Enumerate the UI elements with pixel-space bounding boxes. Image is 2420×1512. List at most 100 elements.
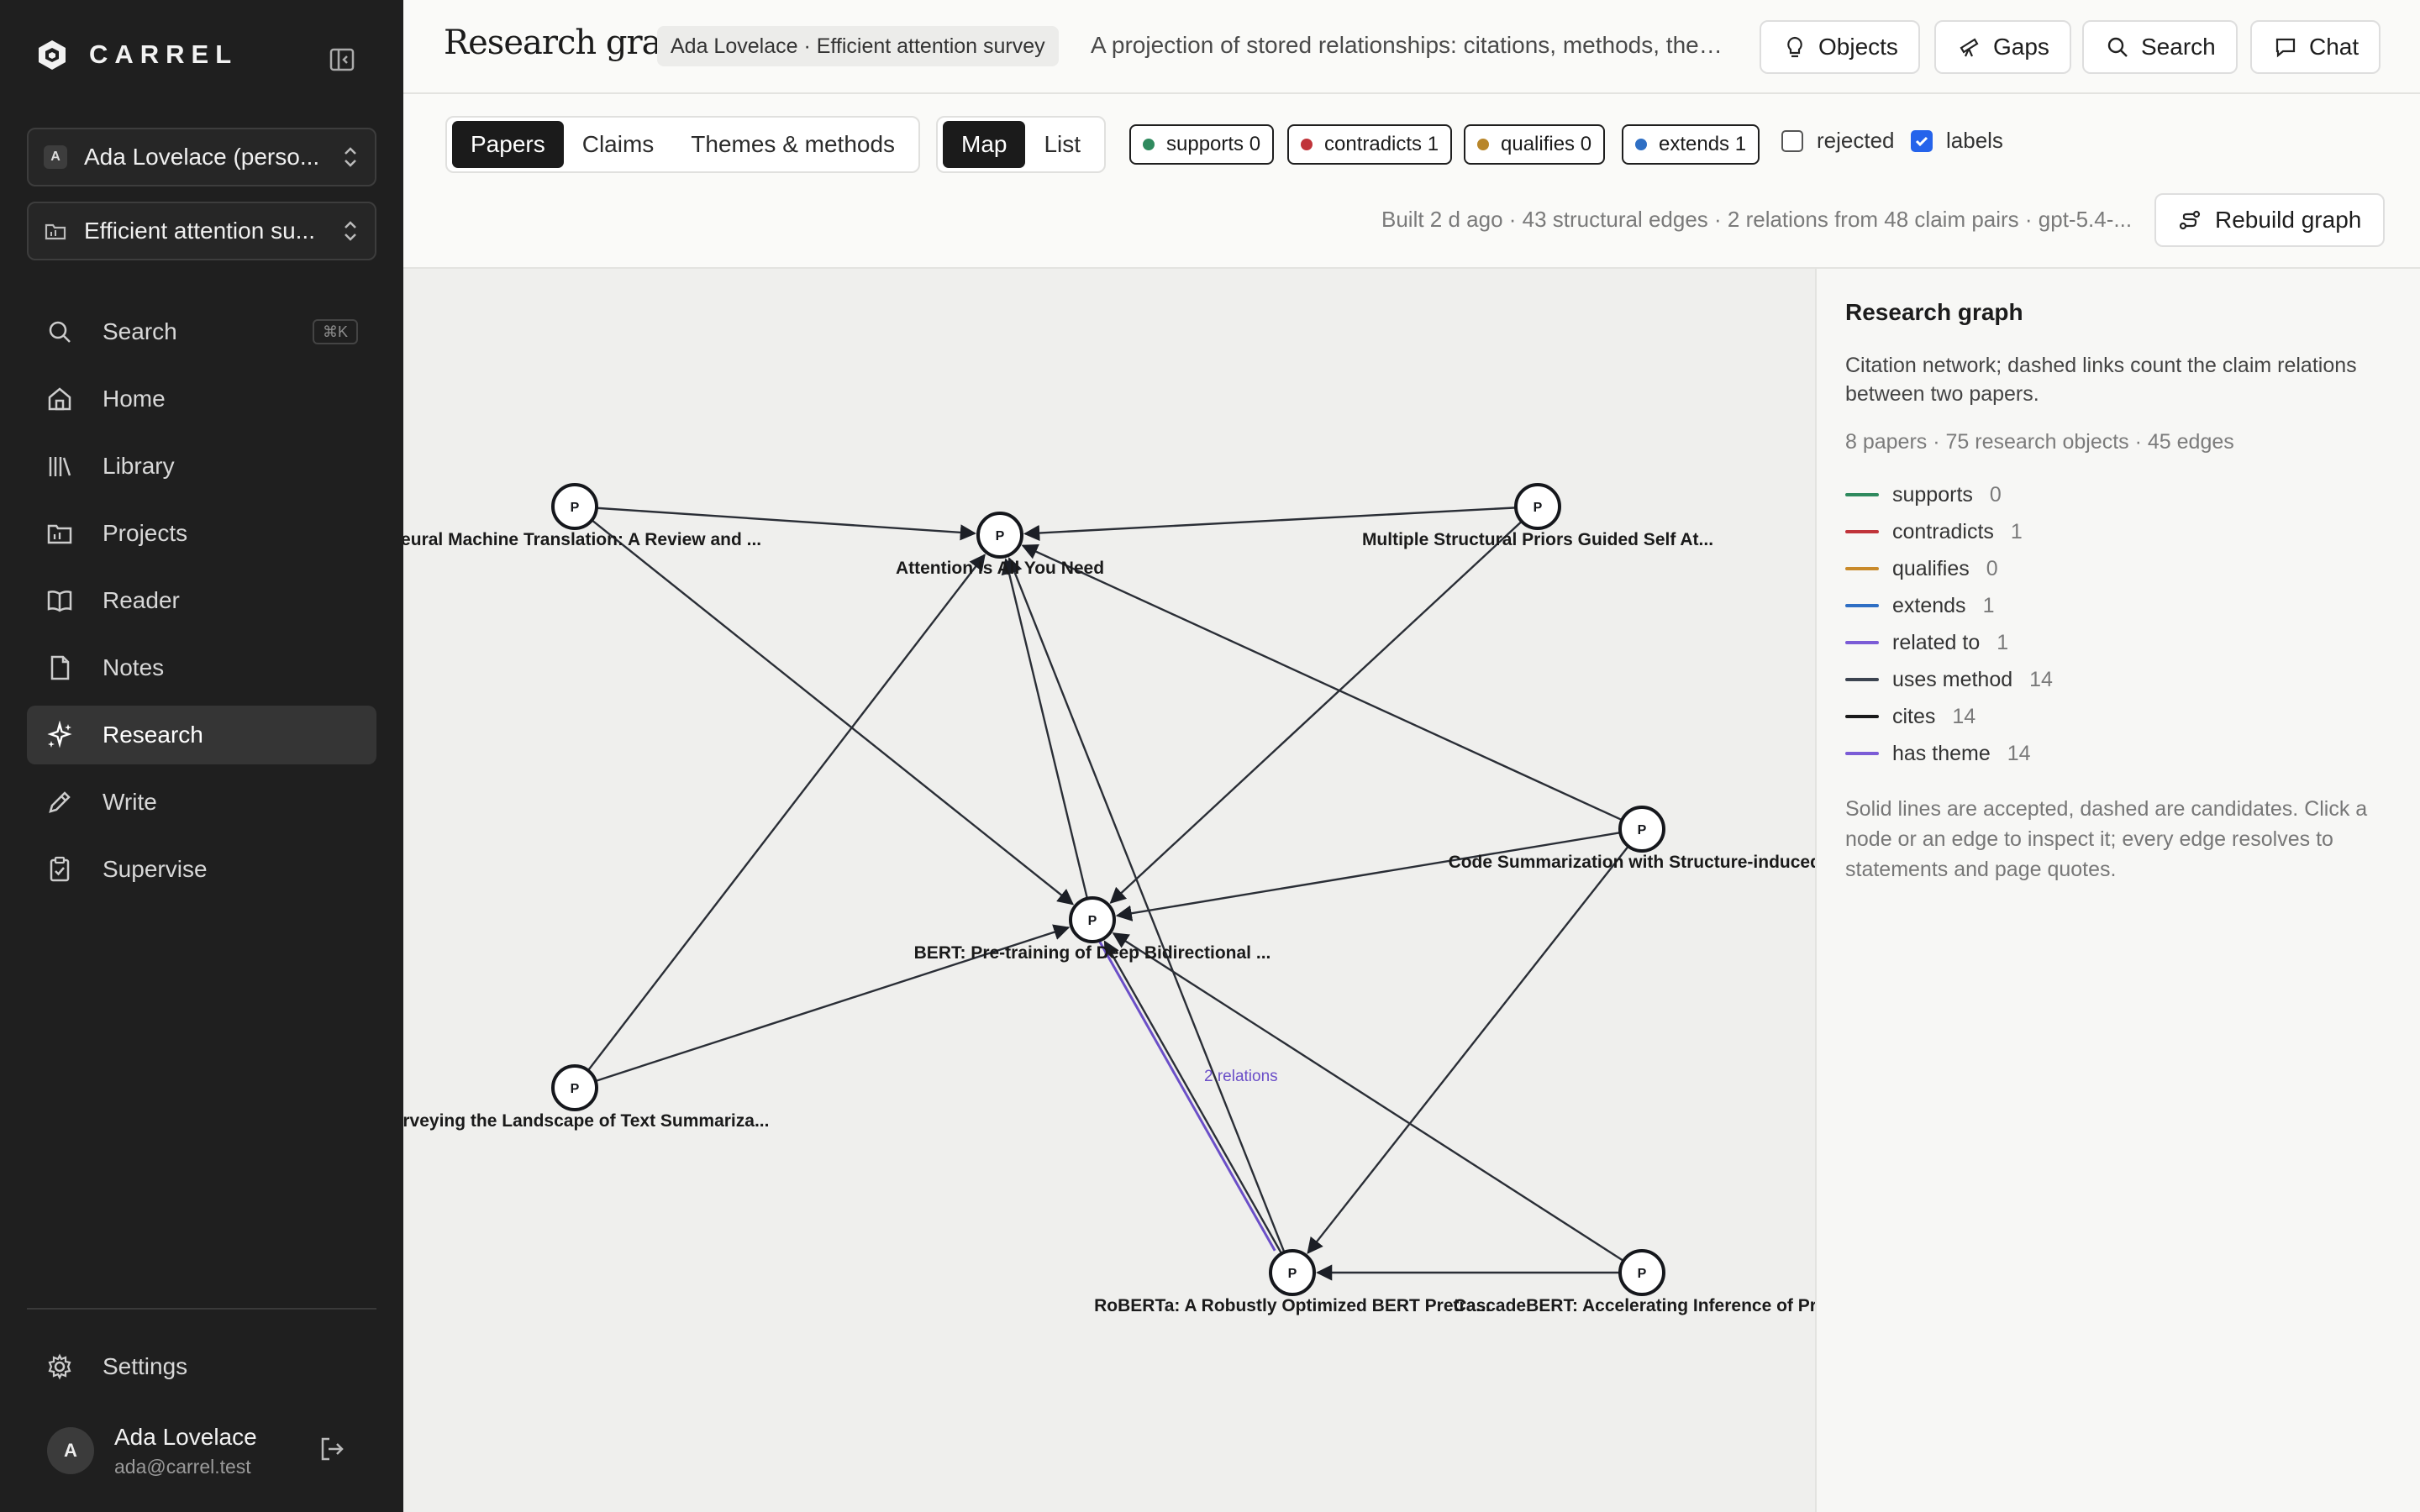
legend-swatch: [1845, 752, 1879, 755]
legend-swatch: [1845, 678, 1879, 681]
nav-settings[interactable]: Settings: [27, 1337, 376, 1396]
graph-edge[interactable]: [1021, 543, 1623, 822]
nav-write[interactable]: Write: [27, 773, 376, 832]
clipboard-icon: [50, 856, 70, 882]
lightbulb-icon: [1787, 36, 1802, 58]
collapse-sidebar-icon[interactable]: [328, 45, 356, 74]
nav-search[interactable]: Search ⌘K: [27, 302, 376, 361]
status-dot: [1301, 139, 1313, 150]
filter-contradicts[interactable]: contradicts 1: [1287, 124, 1453, 165]
paper-node-marker: P: [1088, 914, 1097, 928]
labels-checkbox[interactable]: labels: [1911, 128, 2003, 154]
project-select[interactable]: Efficient attention su...: [27, 202, 376, 260]
page-description: A projection of stored relationships: ci…: [1091, 32, 1738, 58]
rebuild-label: Rebuild graph: [2215, 207, 2362, 233]
workspace-label: Ada Lovelace (perso...: [84, 144, 320, 170]
paper-node[interactable]: P CascadeBERT: Accelerating Inference of …: [1454, 1249, 1815, 1315]
library-icon: [49, 457, 71, 476]
nav-projects[interactable]: Projects: [27, 504, 376, 563]
nav-label: Write: [103, 789, 157, 815]
paper-node-marker: P: [1638, 823, 1647, 837]
home-icon: [48, 387, 71, 411]
legend-count: 14: [1952, 704, 1976, 728]
rebuild-graph-button[interactable]: Rebuild graph: [2154, 193, 2386, 247]
graph-canvas[interactable]: 2 relations P Neural Machine Translation:…: [403, 269, 1815, 1512]
workspace-badge: A: [44, 145, 67, 169]
graph-toolbar: Papers Claims Themes & methods Map List …: [403, 94, 2420, 269]
paper-node-marker: P: [1534, 501, 1543, 515]
filter-extends[interactable]: extends 1: [1622, 124, 1760, 165]
paper-node[interactable]: P Attention Is All You Need: [896, 512, 1104, 578]
tab-papers[interactable]: Papers: [452, 121, 564, 168]
nav-notes[interactable]: Notes: [27, 638, 376, 697]
legend-label: contradicts: [1892, 519, 1994, 543]
gaps-button[interactable]: Gaps: [1934, 20, 2071, 74]
legend-swatch: [1845, 604, 1879, 607]
legend-row: related to 1: [1845, 624, 2391, 661]
paper-node-label: BERT: Pre-training of Deep Bidirectional…: [914, 943, 1271, 963]
nav-research[interactable]: Research: [27, 706, 376, 764]
tab-map[interactable]: Map: [943, 121, 1026, 168]
paper-node[interactable]: P Surveying the Landscape of Text Summari…: [403, 1064, 769, 1131]
objects-button[interactable]: Objects: [1760, 20, 1920, 74]
brand[interactable]: CARREL: [35, 35, 238, 74]
gear-icon: [48, 1353, 71, 1380]
chat-button[interactable]: Chat: [2250, 20, 2381, 74]
note-icon: [50, 655, 70, 680]
nav-label: Reader: [103, 587, 180, 613]
graph-edge[interactable]: [1001, 558, 1089, 899]
logout-icon[interactable]: [318, 1435, 346, 1463]
nav-label: Supervise: [103, 856, 208, 882]
filter-qualifies[interactable]: qualifies 0: [1464, 124, 1606, 165]
graph-edge[interactable]: [1307, 845, 1629, 1254]
graph-edge[interactable]: [1109, 520, 1523, 904]
workspace-select[interactable]: A Ada Lovelace (perso...: [27, 128, 376, 186]
legend-row: has theme 14: [1845, 735, 2391, 772]
graph-edge[interactable]: [1112, 932, 1624, 1262]
nav-library[interactable]: Library: [27, 437, 376, 496]
telescope-icon: [1960, 38, 1979, 57]
rejected-label: rejected: [1817, 128, 1895, 153]
checkbox-box: [1911, 129, 1933, 152]
search-button[interactable]: Search: [2082, 20, 2238, 74]
legend-label: extends: [1892, 593, 1966, 617]
sparkle-icon: [47, 721, 72, 748]
tab-claims[interactable]: Claims: [564, 121, 673, 168]
paper-node-label: CascadeBERT: Accelerating Inference of P…: [1454, 1296, 1815, 1315]
paper-node[interactable]: P RoBERTa: A Robustly Optimized BERT Pret…: [1094, 1249, 1491, 1315]
paper-node[interactable]: P Multiple Structural Priors Guided Self …: [1362, 483, 1713, 549]
graph-edge[interactable]: [587, 554, 986, 1072]
build-status: Built 2 d ago · 43 structural edges · 2 …: [1381, 207, 2133, 232]
filter-supports[interactable]: supports 0: [1129, 124, 1275, 165]
avatar: A: [47, 1427, 94, 1474]
legend-row: uses method 14: [1845, 661, 2391, 698]
panel-note: Solid lines are accepted, dashed are can…: [1845, 797, 2368, 881]
paper-node[interactable]: P Neural Machine Translation: A Review an…: [403, 483, 761, 549]
nav-reader[interactable]: Reader: [27, 571, 376, 630]
relation-edge[interactable]: [1097, 937, 1276, 1252]
paper-node[interactable]: P BERT: Pre-training of Deep Bidirectiona…: [914, 896, 1271, 963]
nav-supervise[interactable]: Supervise: [27, 840, 376, 899]
legend-label: supports: [1892, 482, 1973, 507]
paper-node-marker: P: [1288, 1267, 1297, 1281]
tab-themes-methods[interactable]: Themes & methods: [672, 121, 913, 168]
legend-count: 1: [1996, 630, 2009, 654]
graph-svg[interactable]: 2 relations P Neural Machine Translation:…: [403, 269, 1815, 1512]
nav-home[interactable]: Home: [27, 370, 376, 428]
context-chip[interactable]: Ada Lovelace · Efficient attention surve…: [657, 26, 1059, 66]
legend-label: uses method: [1892, 667, 2013, 691]
view-tabs: Papers Claims Themes & methods: [445, 116, 921, 173]
tab-list[interactable]: List: [1025, 121, 1099, 168]
graph-edge[interactable]: [1007, 557, 1286, 1253]
filter-label: contradicts 1: [1324, 133, 1439, 155]
graph-edge[interactable]: [1103, 940, 1283, 1254]
graph-edge[interactable]: [1115, 832, 1621, 921]
checkbox-box: [1781, 129, 1803, 152]
paper-node[interactable]: P Code Summarization with Structure-induc…: [1449, 806, 1815, 872]
nav-label: Library: [103, 453, 175, 479]
user-name: Ada Lovelace: [114, 1423, 257, 1450]
project-label: Efficient attention su...: [84, 218, 315, 244]
search-icon: [2107, 37, 2128, 57]
status-dot: [1143, 139, 1155, 150]
rejected-checkbox[interactable]: rejected: [1781, 128, 1895, 154]
